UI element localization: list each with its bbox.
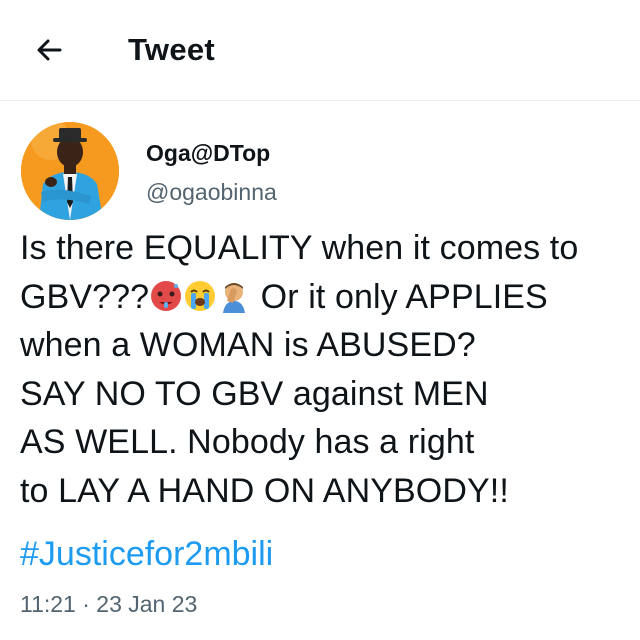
- tweet-line-6: to LAY A HAND ON ANYBODY!!: [20, 471, 509, 510]
- author-display-name[interactable]: Oga@DTop: [146, 138, 270, 168]
- hot-face-emoji: [151, 280, 182, 311]
- tweet-line-3: when a WOMAN is ABUSED?: [20, 326, 476, 364]
- tweet-timestamp[interactable]: 11:21 · 23 Jan 23: [20, 589, 197, 619]
- tweet-line-5: AS WELL. Nobody has a right: [20, 423, 475, 461]
- tweet-line-2-start: GBV???: [20, 277, 150, 316]
- back-button[interactable]: [30, 30, 70, 70]
- author-handle[interactable]: @ogaobinna: [146, 177, 277, 207]
- person-facepalming-emoji: [223, 282, 246, 313]
- top-bar: Tweet: [0, 0, 640, 101]
- tweet-line-2-end: Or it only APPLIES: [251, 277, 548, 316]
- avatar-photo: [21, 122, 119, 220]
- tweet-line-2: GBV??? Or it only APPLIES: [20, 273, 640, 322]
- hashtag-link[interactable]: #Justicefor2mbili: [20, 532, 273, 576]
- page-title: Tweet: [128, 32, 216, 67]
- tweet-line-4: SAY NO TO GBV against MEN: [20, 374, 489, 413]
- tweet-detail-page: Tweet Oga@DTop @ogaobinna Is there EQUAL…: [0, 0, 640, 640]
- avatar[interactable]: [21, 122, 119, 220]
- tweet-text: Is there EQUALITY when it comes to GBV??…: [20, 224, 640, 515]
- tweet-line-1: Is there EQUALITY when it comes to: [20, 229, 579, 267]
- arrow-left-icon: [37, 39, 62, 61]
- loudly-crying-face-emoji: [185, 280, 216, 311]
